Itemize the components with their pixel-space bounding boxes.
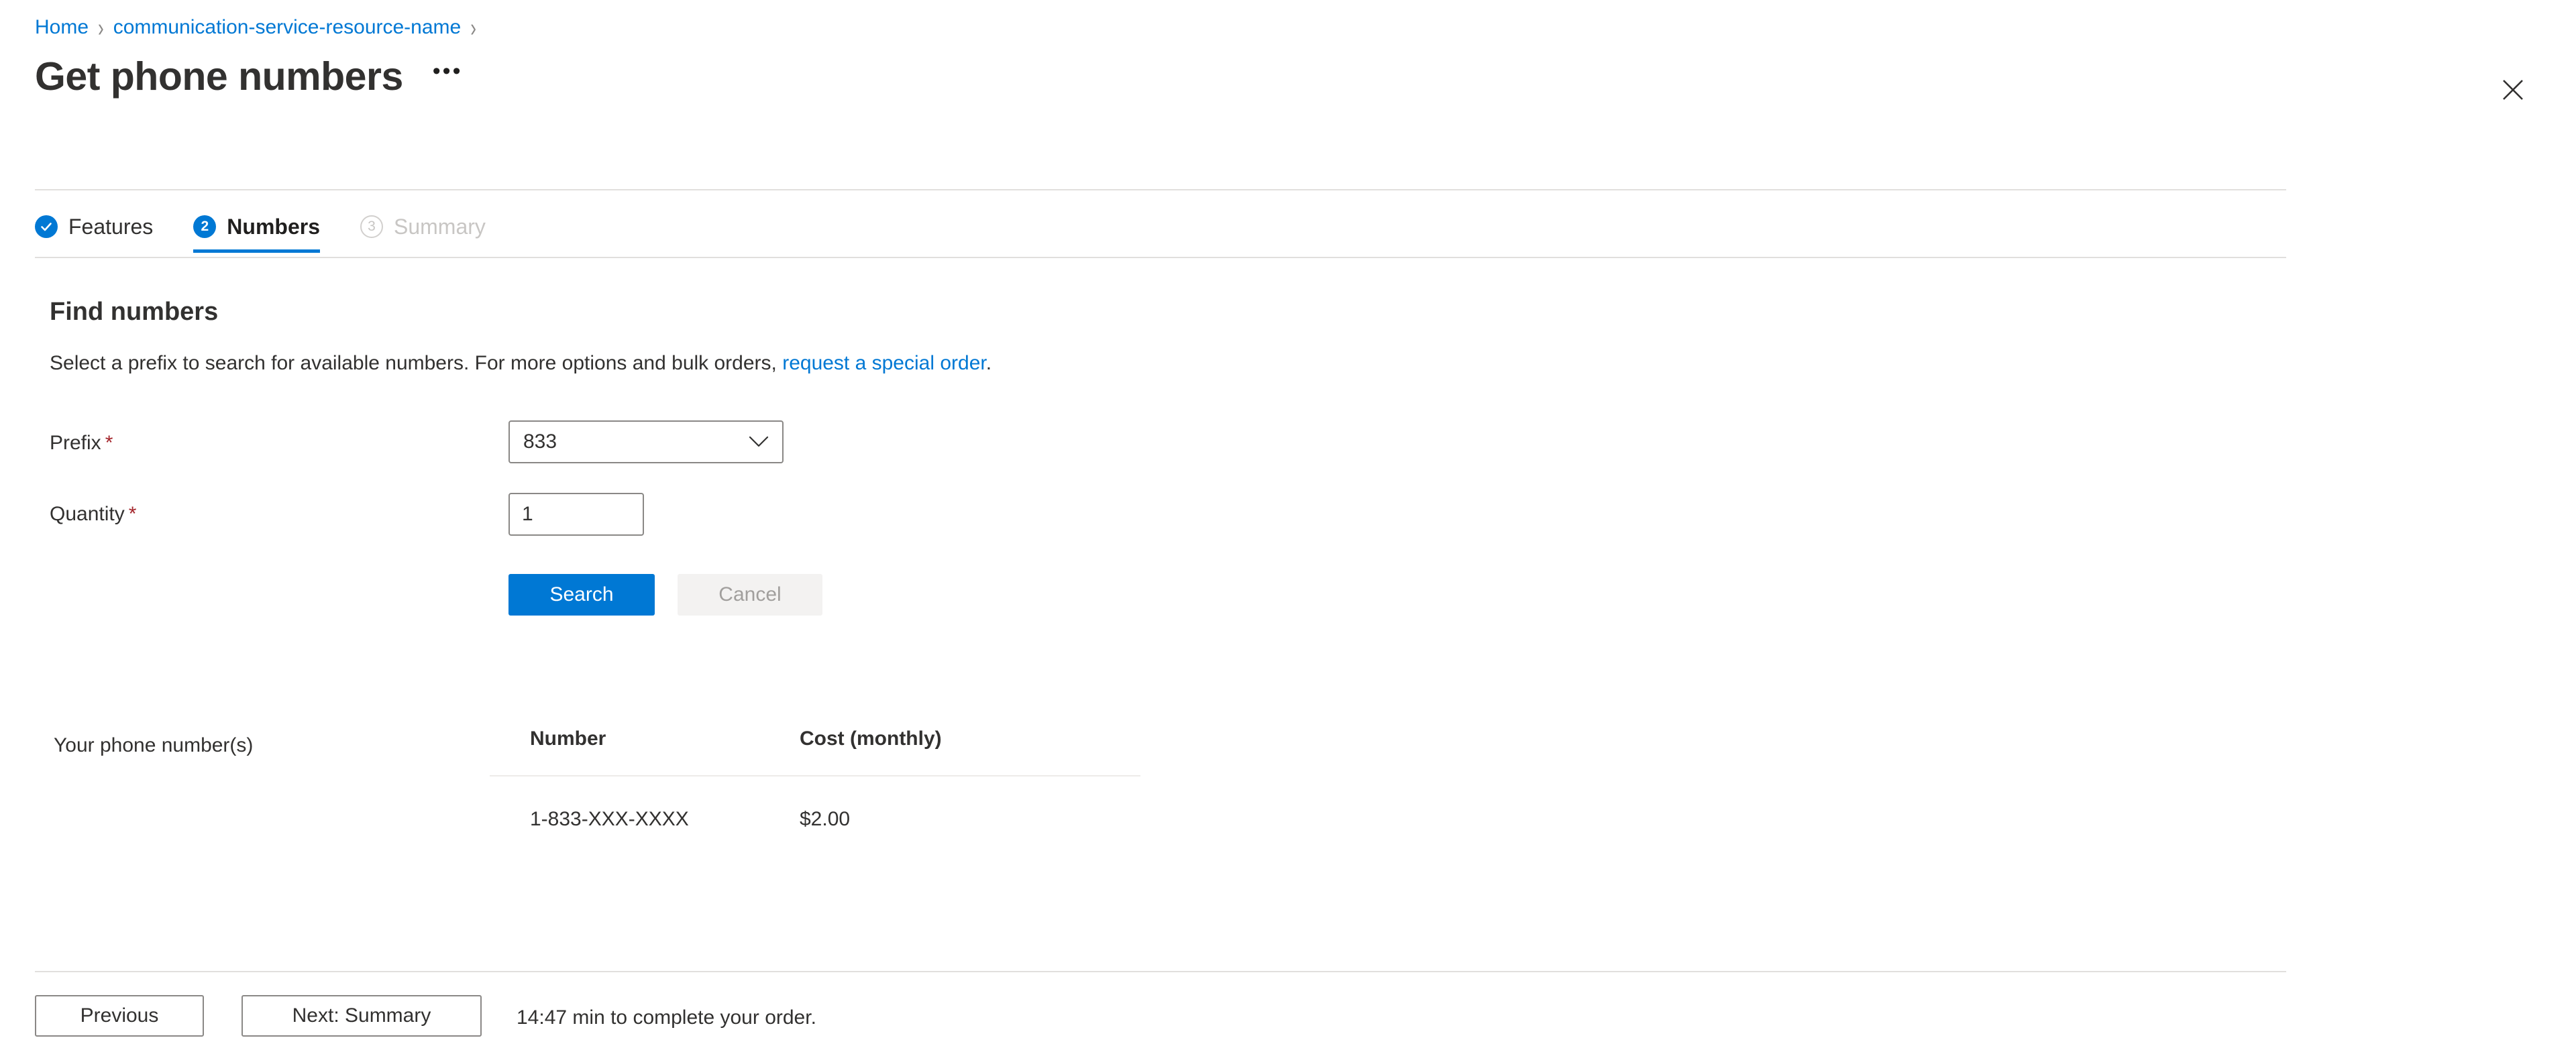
table-header-row: Number Cost (monthly) — [490, 716, 1140, 776]
tab-summary[interactable]: 3 Summary — [360, 196, 506, 247]
tab-summary-label: Summary — [393, 214, 486, 239]
tab-numbers-label: Numbers — [227, 214, 320, 239]
section-description-text-before: Select a prefix to search for available … — [50, 352, 783, 374]
check-circle-icon — [35, 215, 58, 238]
step-3-badge: 3 — [360, 215, 383, 238]
request-special-order-link[interactable]: request a special order — [782, 352, 986, 374]
breadcrumb: Home › communication-service-resource-na… — [35, 13, 476, 42]
quantity-label-text: Quantity — [50, 503, 125, 525]
search-button[interactable]: Search — [508, 574, 655, 616]
breadcrumb-separator-icon: › — [98, 13, 104, 42]
previous-button[interactable]: Previous — [35, 995, 204, 1037]
column-header-number: Number — [490, 716, 792, 776]
more-options-icon[interactable]: ••• — [426, 60, 470, 90]
wizard-tabs: Features 2 Numbers 3 Summary — [35, 196, 526, 257]
breadcrumb-item-home[interactable]: Home — [35, 15, 89, 40]
section-description: Select a prefix to search for available … — [50, 350, 991, 377]
cancel-button: Cancel — [678, 574, 822, 616]
page-title: Get phone numbers — [35, 54, 403, 99]
cell-cost: $2.00 — [800, 808, 851, 830]
tab-features[interactable]: Features — [35, 196, 173, 247]
close-icon[interactable] — [2496, 72, 2530, 107]
divider-above-footer — [35, 971, 2286, 972]
section-heading: Find numbers — [50, 298, 219, 326]
quantity-input[interactable]: 1 — [508, 493, 644, 536]
table-row[interactable]: 1-833-XXX-XXXX $2.00 — [490, 776, 1140, 846]
breadcrumb-separator-icon: › — [470, 13, 476, 42]
title-row: Get phone numbers ••• — [35, 54, 470, 99]
tab-numbers[interactable]: 2 Numbers — [193, 196, 340, 253]
divider-below-tabs — [35, 257, 2286, 258]
divider-top — [35, 189, 2286, 190]
breadcrumb-item-resource[interactable]: communication-service-resource-name — [113, 15, 462, 40]
cell-number: 1-833-XXX-XXXX — [530, 808, 689, 830]
tab-active-indicator — [193, 249, 320, 253]
next-summary-button[interactable]: Next: Summary — [241, 995, 482, 1037]
quantity-label: Quantity * — [50, 501, 136, 528]
column-header-cost: Cost (monthly) — [792, 716, 1140, 776]
order-timer-text: 14:47 min to complete your order. — [517, 1006, 816, 1029]
prefix-dropdown[interactable]: 833 — [508, 420, 784, 463]
section-description-text-after: . — [985, 352, 992, 374]
prefix-label-text: Prefix — [50, 432, 101, 454]
chevron-down-icon — [749, 436, 769, 448]
quantity-required-marker: * — [128, 503, 137, 525]
prefix-required-marker: * — [105, 432, 113, 454]
results-table: Number Cost (monthly) 1-833-XXX-XXXX $2.… — [490, 716, 1140, 846]
results-label: Your phone number(s) — [54, 734, 254, 756]
prefix-selected-value: 833 — [523, 430, 557, 453]
tab-features-label: Features — [68, 214, 154, 239]
prefix-label: Prefix * — [50, 430, 113, 457]
step-2-badge: 2 — [193, 215, 217, 238]
quantity-input-value: 1 — [522, 503, 533, 525]
